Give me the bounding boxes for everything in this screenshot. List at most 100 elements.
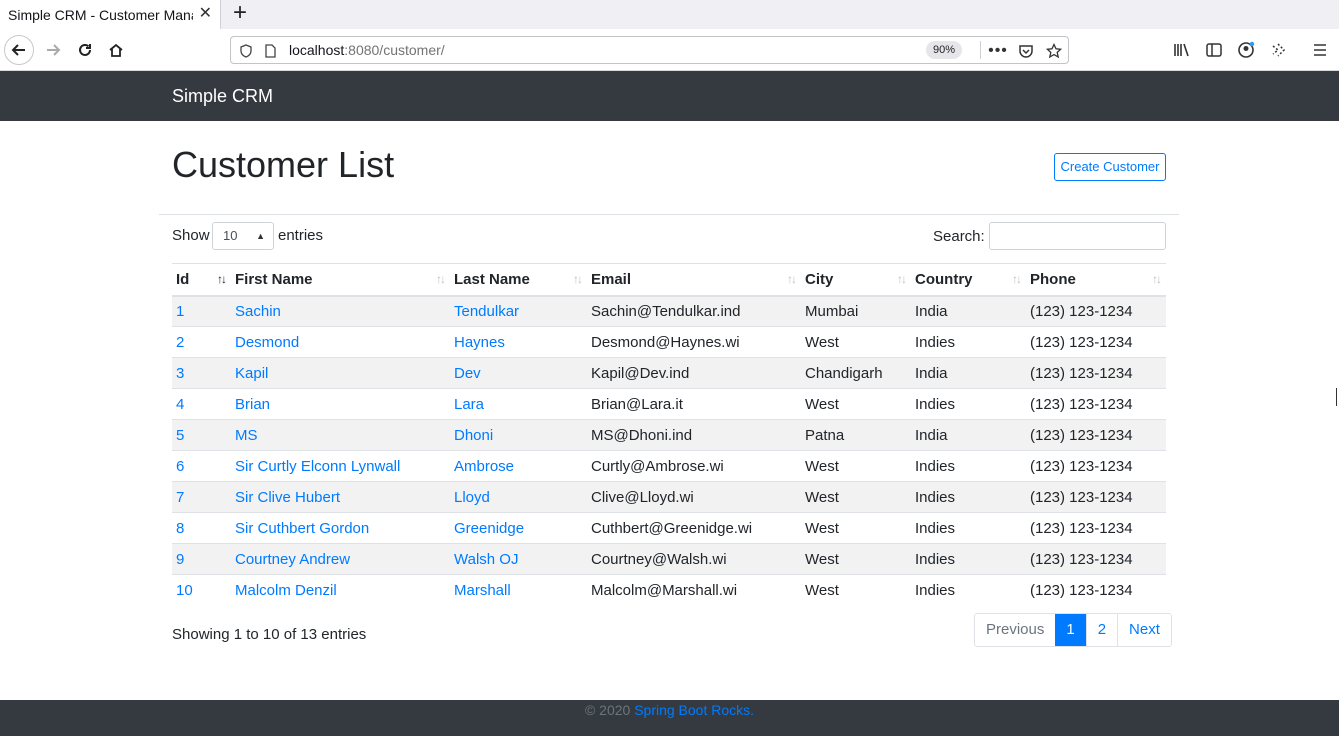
first-name-link[interactable]: Sir Curtly Elconn Lynwall bbox=[235, 458, 400, 475]
sort-icon: ↑↓ bbox=[436, 272, 446, 286]
column-header-phone[interactable]: Phone ↑↓ bbox=[1026, 263, 1166, 297]
reload-icon[interactable] bbox=[70, 35, 100, 65]
forward-icon[interactable] bbox=[38, 35, 68, 65]
table-cell: Malcolm@Marshall.wi bbox=[587, 574, 801, 606]
table-cell: MS bbox=[231, 419, 450, 451]
column-header-email[interactable]: Email ↑↓ bbox=[587, 263, 801, 297]
close-icon[interactable]: ✕ bbox=[199, 5, 212, 23]
shield-icon[interactable] bbox=[237, 42, 255, 60]
search-input[interactable] bbox=[989, 222, 1166, 250]
table-cell: (123) 123-1234 bbox=[1026, 419, 1166, 451]
table-cell: Walsh OJ bbox=[450, 543, 587, 575]
last-name-link[interactable]: Dev bbox=[454, 365, 481, 382]
page-length-select[interactable]: 10 ▲ bbox=[212, 222, 274, 250]
extensions-icon[interactable] bbox=[1263, 35, 1293, 65]
first-name-link[interactable]: Courtney Andrew bbox=[235, 551, 350, 568]
cell-text: West bbox=[805, 395, 839, 413]
cell-text: India bbox=[915, 302, 948, 320]
pagination: Previous 1 2 Next bbox=[974, 613, 1172, 647]
library-icon[interactable] bbox=[1167, 35, 1197, 65]
customer-id-link[interactable]: 7 bbox=[176, 489, 184, 506]
last-name-link[interactable]: Tendulkar bbox=[454, 303, 519, 320]
menu-icon[interactable] bbox=[1305, 35, 1335, 65]
table-cell: (123) 123-1234 bbox=[1026, 512, 1166, 544]
navbar-brand[interactable]: Simple CRM bbox=[172, 86, 273, 107]
table-header-row: Id ↑↓ First Name ↑↓ Last Name ↑↓ Email ↑↓ City ↑↓… bbox=[172, 263, 1166, 297]
last-name-link[interactable]: Dhoni bbox=[454, 427, 493, 444]
table-cell: Greenidge bbox=[450, 512, 587, 544]
browser-tab[interactable]: Simple CRM - Customer Mana ✕ bbox=[0, 0, 221, 29]
table-cell: 6 bbox=[172, 450, 231, 482]
table-row: 8 Sir Cuthbert Gordon Greenidge Cuthbert@Gr… bbox=[172, 512, 1166, 544]
last-name-link[interactable]: Marshall bbox=[454, 582, 511, 599]
customer-table: Id ↑↓ First Name ↑↓ Last Name ↑↓ Email ↑↓ City ↑↓… bbox=[172, 263, 1166, 606]
table-cell: MS@Dhoni.ind bbox=[587, 419, 801, 451]
table-cell: (123) 123-1234 bbox=[1026, 357, 1166, 389]
column-header-first-name[interactable]: First Name ↑↓ bbox=[231, 263, 450, 297]
sidebar-icon[interactable] bbox=[1199, 35, 1229, 65]
customer-id-link[interactable]: 9 bbox=[176, 551, 184, 568]
first-name-link[interactable]: Sachin bbox=[235, 303, 281, 320]
search-label: Search: bbox=[933, 228, 985, 245]
customer-id-link[interactable]: 4 bbox=[176, 396, 184, 413]
create-customer-button[interactable]: Create Customer bbox=[1054, 153, 1166, 181]
account-icon[interactable] bbox=[1231, 35, 1261, 65]
first-name-link[interactable]: Sir Clive Hubert bbox=[235, 489, 340, 506]
customer-id-link[interactable]: 10 bbox=[176, 582, 193, 599]
customer-id-link[interactable]: 6 bbox=[176, 458, 184, 475]
footer-text: © 2020 Spring Boot Rocks. bbox=[0, 702, 1339, 718]
first-name-link[interactable]: Kapil bbox=[235, 365, 268, 382]
footer-link[interactable]: Spring Boot Rocks. bbox=[634, 702, 754, 718]
new-tab-icon[interactable]: + bbox=[229, 1, 251, 25]
page-button-2[interactable]: 2 bbox=[1085, 614, 1118, 646]
table-cell: West bbox=[801, 512, 911, 544]
home-icon[interactable] bbox=[101, 35, 131, 65]
cell-text: (123) 123-1234 bbox=[1030, 333, 1133, 351]
cell-text: West bbox=[805, 333, 839, 351]
first-name-link[interactable]: Sir Cuthbert Gordon bbox=[235, 520, 369, 537]
table-body: 1 Sachin Tendulkar Sachin@Tendulkar.ind Mumb… bbox=[172, 295, 1166, 606]
cell-text: West bbox=[805, 488, 839, 506]
last-name-link[interactable]: Lloyd bbox=[454, 489, 490, 506]
cell-text: India bbox=[915, 364, 948, 382]
pocket-icon[interactable] bbox=[1017, 42, 1035, 60]
back-icon[interactable] bbox=[4, 35, 34, 65]
url-bar[interactable]: localhost:8080/customer/ 90% ••• bbox=[230, 36, 1069, 64]
last-name-link[interactable]: Walsh OJ bbox=[454, 551, 518, 568]
column-header-last-name[interactable]: Last Name ↑↓ bbox=[450, 263, 587, 297]
last-name-link[interactable]: Haynes bbox=[454, 334, 505, 351]
cell-text: Indies bbox=[915, 581, 956, 599]
customer-id-link[interactable]: 3 bbox=[176, 365, 184, 382]
cell-text: (123) 123-1234 bbox=[1030, 426, 1133, 444]
first-name-link[interactable]: MS bbox=[235, 427, 258, 444]
table-cell: West bbox=[801, 574, 911, 606]
table-cell: 8 bbox=[172, 512, 231, 544]
column-header-label: First Name bbox=[235, 270, 313, 288]
table-row: 7 Sir Clive Hubert Lloyd Clive@Lloyd.wi West… bbox=[172, 481, 1166, 513]
customer-id-link[interactable]: 8 bbox=[176, 520, 184, 537]
zoom-badge[interactable]: 90% bbox=[926, 41, 962, 59]
customer-id-link[interactable]: 2 bbox=[176, 334, 184, 351]
table-cell: Ambrose bbox=[450, 450, 587, 482]
page-button-1[interactable]: 1 bbox=[1055, 614, 1086, 646]
cell-text: Indies bbox=[915, 488, 956, 506]
customer-id-link[interactable]: 5 bbox=[176, 427, 184, 444]
page-icon bbox=[261, 42, 279, 60]
bookmark-star-icon[interactable] bbox=[1045, 42, 1063, 60]
last-name-link[interactable]: Ambrose bbox=[454, 458, 514, 475]
last-name-link[interactable]: Greenidge bbox=[454, 520, 524, 537]
column-header-label: Phone bbox=[1030, 270, 1076, 288]
more-icon[interactable]: ••• bbox=[988, 42, 1007, 60]
next-button[interactable]: Next bbox=[1117, 614, 1171, 646]
last-name-link[interactable]: Lara bbox=[454, 396, 484, 413]
table-cell: India bbox=[911, 357, 1026, 389]
column-header-country[interactable]: Country ↑↓ bbox=[911, 263, 1026, 297]
previous-button[interactable]: Previous bbox=[975, 614, 1056, 646]
first-name-link[interactable]: Malcolm Denzil bbox=[235, 582, 337, 599]
sort-icon: ↑↓ bbox=[897, 272, 907, 286]
column-header-city[interactable]: City ↑↓ bbox=[801, 263, 911, 297]
first-name-link[interactable]: Brian bbox=[235, 396, 270, 413]
customer-id-link[interactable]: 1 bbox=[176, 303, 184, 320]
column-header-id[interactable]: Id ↑↓ bbox=[172, 263, 231, 297]
first-name-link[interactable]: Desmond bbox=[235, 334, 299, 351]
